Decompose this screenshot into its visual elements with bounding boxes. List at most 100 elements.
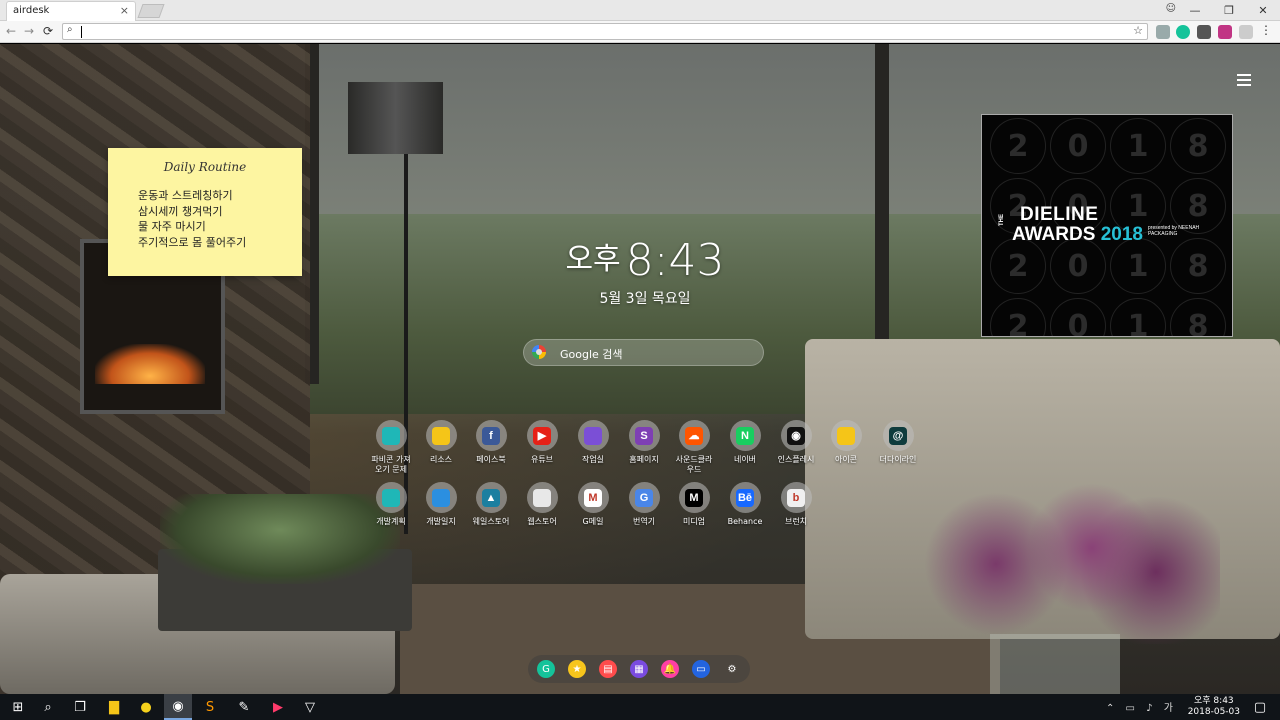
address-bar[interactable]: ⌕ ☆ xyxy=(62,23,1148,40)
extension-icon[interactable] xyxy=(1239,25,1253,39)
browser-tab[interactable]: airdesk × xyxy=(6,1,136,21)
search-icon: ⌕ xyxy=(67,24,73,35)
note-icon[interactable]: ▤ xyxy=(599,660,617,678)
app-shortcut[interactable]: @ 더다이라인 xyxy=(868,420,928,465)
app-shortcut[interactable]: b 브런치 xyxy=(766,482,826,527)
dieline-digit: 0 xyxy=(1050,118,1106,174)
daily-routine-note[interactable]: Daily Routine 운동과 스트레칭하기 삼시세끼 챙겨먹기 물 자주 … xyxy=(108,148,302,276)
media-player-icon[interactable]: ▶ xyxy=(268,697,288,717)
sublime-icon[interactable]: S xyxy=(200,697,220,717)
app-label: 더다이라인 xyxy=(879,455,917,464)
windows-start-icon[interactable]: ⊞ xyxy=(8,697,28,717)
app-glyph: f xyxy=(482,426,500,445)
note-item: 주기적으로 몸 풀어주기 xyxy=(138,235,247,249)
app-glyph: ◉ xyxy=(787,426,805,445)
paint-icon[interactable]: ✎ xyxy=(234,697,254,717)
file-explorer-icon[interactable]: ▇ xyxy=(104,697,124,717)
app-glyph: M xyxy=(584,488,602,507)
tray-time: 오후 8:43 xyxy=(1194,696,1234,706)
folder-icon xyxy=(830,420,862,451)
youtube-icon: ▶ xyxy=(526,420,558,451)
extension-icon[interactable] xyxy=(1197,25,1211,39)
background-pillar xyxy=(875,44,889,384)
app-label: 브런치 xyxy=(784,517,808,526)
tab-close-icon[interactable]: × xyxy=(120,4,129,17)
new-tab-button[interactable] xyxy=(137,4,165,18)
system-tray-icons[interactable]: ⌃ ▭ ♪ 가 xyxy=(1106,699,1177,714)
teal-square-icon xyxy=(375,482,407,513)
dieline-digit: 8 xyxy=(1170,238,1226,294)
background-lamp xyxy=(348,82,443,154)
dieline-year: 2018 xyxy=(1100,224,1143,245)
facebook-icon: f xyxy=(475,420,507,451)
minimize-button[interactable]: — xyxy=(1178,4,1212,17)
ime-indicator[interactable]: 가 xyxy=(1164,703,1177,714)
shield-extension-icon[interactable] xyxy=(1156,25,1170,39)
tray-clock[interactable]: 오후 8:43 2018-05-03 xyxy=(1188,696,1240,718)
tab-title: airdesk xyxy=(13,5,50,16)
calendar-icon[interactable]: ▦ xyxy=(630,660,648,678)
app-glyph: Bē xyxy=(736,488,754,507)
app-glyph: N xyxy=(736,426,754,445)
app-glyph xyxy=(432,426,450,445)
dieline-the: THE xyxy=(999,214,1005,226)
kakaotalk-icon[interactable]: ● xyxy=(136,697,156,717)
back-button[interactable]: ← xyxy=(6,24,16,38)
dieline-line1: DIELINE xyxy=(1020,204,1099,225)
dieline-digit: 1 xyxy=(1110,118,1166,174)
clock-widget: 오후 8:43 5월 3일 목요일 xyxy=(520,234,770,308)
app-glyph: G xyxy=(635,488,653,507)
browser-toolbar: ← → ⟳ ⌕ ☆ ⋮ xyxy=(0,21,1280,43)
whale-store-icon: ▲ xyxy=(475,482,507,513)
google-search-box[interactable]: Google 검색 xyxy=(523,339,764,366)
app-shortcut[interactable]: 아이콘 xyxy=(816,420,876,465)
background-lamp-pole xyxy=(404,154,408,534)
dieline-line2: AWARDS 2018 xyxy=(1012,225,1143,245)
grammarly-icon[interactable]: G xyxy=(537,660,555,678)
gear-icon[interactable]: ⚙ xyxy=(723,660,741,678)
dieline-title: THE DIELINE AWARDS 2018 xyxy=(999,204,1143,245)
dieline-awards: AWARDS xyxy=(1012,224,1096,245)
app-glyph xyxy=(584,426,602,445)
folder-icon xyxy=(425,420,457,451)
search-placeholder: Google 검색 xyxy=(560,348,623,361)
task-view-icon[interactable]: ❐ xyxy=(70,697,90,717)
grammarly-extension-icon[interactable] xyxy=(1176,25,1190,39)
app-glyph: ▲ xyxy=(482,488,500,507)
close-window-button[interactable]: ✕ xyxy=(1246,4,1280,17)
note-item: 물 자주 마시기 xyxy=(138,220,206,233)
vectornator-icon[interactable]: ▽ xyxy=(300,697,320,717)
window-controls: — ❐ ✕ xyxy=(1178,0,1280,21)
text-caret xyxy=(81,26,82,38)
gmail-icon: M xyxy=(577,482,609,513)
naver-icon: N xyxy=(729,420,761,451)
instagram-extension-icon[interactable] xyxy=(1218,25,1232,39)
reload-button[interactable]: ⟳ xyxy=(43,24,53,38)
star-icon[interactable]: ★ xyxy=(568,660,586,678)
note-item: 운동과 스트레칭하기 xyxy=(138,189,233,202)
maximize-button[interactable]: ❐ xyxy=(1212,4,1246,17)
forward-button[interactable]: → xyxy=(24,24,34,38)
teal-square-icon xyxy=(375,420,407,451)
notification-icon[interactable]: ▢ xyxy=(1250,697,1270,717)
dieline-digit: 8 xyxy=(1170,298,1226,336)
app-glyph xyxy=(837,426,855,445)
profile-icon[interactable]: ☺ xyxy=(1166,3,1176,14)
dieline-digit: 0 xyxy=(1050,298,1106,336)
app-glyph: @ xyxy=(889,426,907,445)
chrome-taskbar-icon[interactable]: ◉ xyxy=(164,694,192,720)
tab-strip: airdesk × ☺ — ❐ ✕ xyxy=(0,0,1280,21)
app-glyph: ▶ xyxy=(533,426,551,445)
search-icon[interactable]: ⌕ xyxy=(38,697,58,717)
browser-menu-icon[interactable]: ⋮ xyxy=(1260,23,1272,37)
monitor-icon[interactable]: ▭ xyxy=(692,660,710,678)
bell-icon[interactable]: 🔔 xyxy=(661,660,679,678)
dieline-awards-widget[interactable]: 2018201820182018 THE DIELINE AWARDS 2018… xyxy=(981,114,1233,337)
app-glyph: b xyxy=(787,488,805,507)
brunch-icon: b xyxy=(780,482,812,513)
menu-hamburger-icon[interactable] xyxy=(1237,74,1251,86)
bookmark-star-icon[interactable]: ☆ xyxy=(1133,24,1143,37)
app-glyph xyxy=(432,488,450,507)
note-item: 삼시세끼 챙겨먹기 xyxy=(138,204,223,218)
tray-date: 2018-05-03 xyxy=(1187,707,1240,717)
